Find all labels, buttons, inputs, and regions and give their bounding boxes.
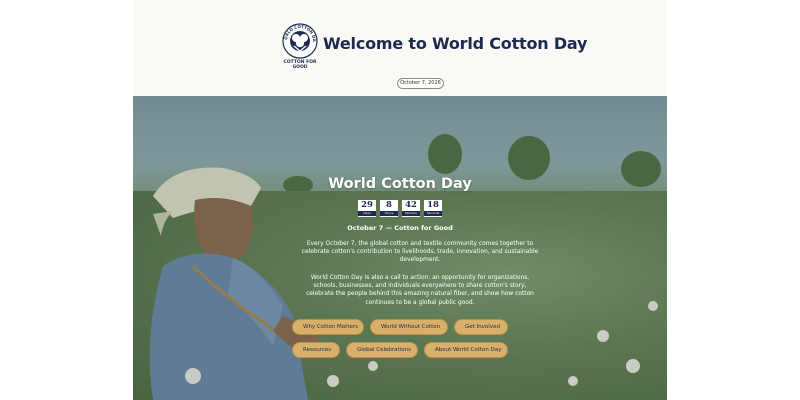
hero-buttons-row-2: Resources Global Celebrations About Worl… (133, 342, 667, 358)
hero-paragraph-intro: Every October 7, the global cotton and t… (301, 241, 539, 264)
get-involved-button[interactable]: Get Involved (454, 319, 508, 335)
resources-button[interactable]: Resources (292, 342, 340, 358)
why-cotton-matters-button[interactable]: Why Cotton Matters (292, 319, 364, 335)
countdown-label: Hours (380, 211, 398, 216)
countdown-label: Days (358, 211, 376, 216)
about-world-cotton-day-button[interactable]: About World Cotton Day (424, 342, 508, 358)
countdown-value: 29 (361, 200, 373, 210)
countdown-minutes: 42 Minutes (402, 200, 420, 217)
global-celebrations-button[interactable]: Global Celebrations (346, 342, 418, 358)
logo-tagline: COTTON FOR GOOD (283, 60, 317, 70)
world-without-cotton-button[interactable]: World Without Cotton (370, 319, 448, 335)
hero-tagline: October 7 — Cotton for Good (347, 224, 453, 232)
countdown-label: Seconds (424, 211, 442, 216)
date-badge: October 7, 2026 (397, 78, 444, 89)
countdown-value: 18 (427, 200, 439, 210)
countdown-days: 29 Days (358, 200, 376, 217)
countdown-timer: 29 Days 8 Hours 42 Minutes 18 Seconds (133, 200, 667, 217)
cotton-logo-icon: WORLD COTTON DAY (281, 22, 318, 59)
countdown-value: 42 (405, 200, 417, 210)
hero-section: World Cotton Day 29 Days 8 Hours 42 Minu… (133, 96, 667, 400)
page: WORLD COTTON DAY COTTON FOR GOOD Welcome… (0, 0, 800, 400)
countdown-seconds: 18 Seconds (424, 200, 442, 217)
countdown-label: Minutes (402, 211, 420, 216)
hero-buttons-row-1: Why Cotton Matters World Without Cotton … (133, 319, 667, 335)
countdown-value: 8 (386, 200, 392, 210)
hero-paragraph-call-to-action: World Cotton Day is also a call to actio… (306, 275, 534, 306)
countdown-hours: 8 Hours (380, 200, 398, 217)
hero-title: World Cotton Day (328, 176, 472, 192)
page-title: Welcome to World Cotton Day (323, 34, 588, 53)
